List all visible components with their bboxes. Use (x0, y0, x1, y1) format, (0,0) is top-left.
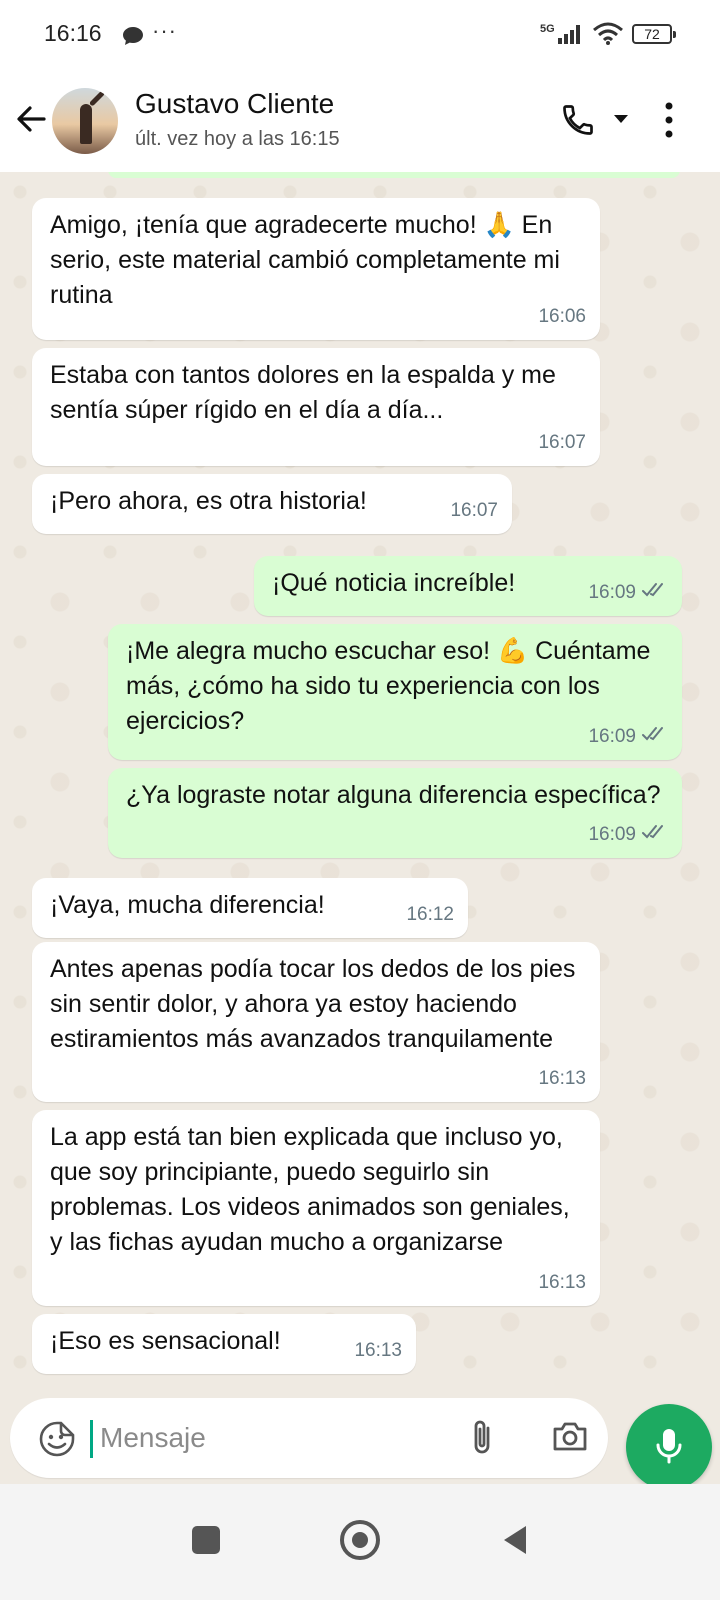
message-time: 16:09 (588, 726, 636, 747)
message-incoming[interactable]: Estaba con tantos dolores en la espalda … (32, 348, 600, 466)
message-text: ¡Pero ahora, es otra historia! (50, 487, 367, 515)
message-meta: 16:07 (538, 425, 586, 460)
message-text: Antes apenas podía tocar los dedos de lo… (50, 955, 576, 1053)
contact-avatar[interactable] (52, 88, 118, 154)
status-time: 16:16 (44, 20, 102, 46)
home-button[interactable] (340, 1520, 380, 1560)
message-text: Amigo, ¡tenía que agradecerte mucho! 🙏 E… (50, 211, 560, 309)
more-notifications-indicator: ··· (152, 18, 177, 43)
message-outgoing[interactable]: ¡Qué noticia increíble! 16:09 (254, 556, 682, 616)
battery-indicator: 72 (632, 24, 676, 44)
message-incoming[interactable]: La app está tan bien explicada que inclu… (32, 1110, 600, 1306)
network-type-label: 5G (540, 23, 555, 35)
chat-header: Gustavo Cliente últ. vez hoy a las 16:15 (0, 72, 720, 172)
message-text: Estaba con tantos dolores en la espalda … (50, 361, 556, 424)
message-text: ¡Vaya, mucha diferencia! (50, 891, 325, 919)
chat-messages-area[interactable]: Amigo, ¡tenía que agradecerte mucho! 🙏 E… (0, 172, 720, 1394)
message-meta: 16:13 (538, 1061, 586, 1096)
signal-icon: 5G (540, 22, 584, 51)
read-receipt-icon (642, 817, 668, 852)
message-incoming[interactable]: ¡Eso es sensacional! 16:13 (32, 1314, 416, 1374)
message-time: 16:07 (450, 500, 498, 521)
wifi-icon (592, 22, 624, 51)
message-meta: 16:09 (588, 817, 668, 852)
more-options-icon[interactable] (664, 100, 674, 145)
message-incoming[interactable]: ¡Vaya, mucha diferencia! 16:12 (32, 878, 468, 938)
read-receipt-icon (642, 575, 668, 610)
camera-icon[interactable] (550, 1418, 590, 1461)
avatar-figure-arm (88, 90, 106, 107)
call-options-dropdown-icon[interactable] (612, 112, 630, 130)
status-bar: 16:16 ··· 5G 72 (0, 0, 720, 72)
message-outgoing[interactable]: ¿Ya lograste notar alguna diferencia esp… (108, 768, 682, 858)
message-incoming[interactable]: ¡Pero ahora, es otra historia! 16:07 (32, 474, 512, 534)
phone-call-icon[interactable] (560, 102, 596, 143)
microphone-icon (656, 1429, 682, 1464)
attachment-paperclip-icon[interactable] (468, 1418, 498, 1463)
message-text: ¡Eso es sensacional! (50, 1327, 281, 1355)
message-time: 16:13 (354, 1340, 402, 1361)
system-back-button[interactable] (500, 1524, 530, 1561)
voice-message-button[interactable] (626, 1404, 712, 1490)
message-meta: 16:09 (588, 719, 668, 754)
read-receipt-icon (642, 719, 668, 754)
message-outgoing[interactable]: ¡Me alegra mucho escuchar eso! 💪 Cuéntam… (108, 624, 682, 760)
message-text: ¿Ya lograste notar alguna diferencia esp… (126, 781, 661, 809)
message-meta: 16:07 (450, 493, 498, 528)
message-time: 16:09 (588, 582, 636, 603)
message-incoming[interactable]: Amigo, ¡tenía que agradecerte mucho! 🙏 E… (32, 198, 600, 340)
message-input[interactable] (100, 1416, 430, 1460)
message-meta: 16:06 (538, 299, 586, 334)
previous-message-edge (108, 172, 680, 178)
system-navigation-bar (0, 1484, 720, 1600)
last-seen-status: últ. vez hoy a las 16:15 (135, 128, 340, 150)
message-meta: 16:13 (538, 1265, 586, 1300)
message-text: La app está tan bien explicada que inclu… (50, 1123, 570, 1256)
contact-name[interactable]: Gustavo Cliente (135, 88, 334, 120)
message-time: 16:06 (538, 306, 586, 327)
message-meta: 16:13 (354, 1333, 402, 1368)
recent-apps-button[interactable] (192, 1526, 220, 1554)
message-text: ¡Me alegra mucho escuchar eso! 💪 Cuéntam… (126, 637, 651, 735)
chat-notification-icon (122, 26, 144, 51)
message-input-container (10, 1398, 608, 1478)
message-meta: 16:09 (588, 575, 668, 610)
message-meta: 16:12 (406, 897, 454, 932)
message-time: 16:13 (538, 1068, 586, 1089)
message-incoming[interactable]: Antes apenas podía tocar los dedos de lo… (32, 942, 600, 1102)
message-time: 16:09 (588, 824, 636, 845)
text-cursor (90, 1420, 93, 1458)
message-composer (0, 1394, 720, 1490)
message-time: 16:07 (538, 432, 586, 453)
message-time: 16:12 (406, 904, 454, 925)
avatar-figure (80, 104, 92, 144)
back-arrow-icon[interactable] (14, 102, 48, 141)
sticker-emoji-icon[interactable] (38, 1420, 76, 1463)
message-time: 16:13 (538, 1272, 586, 1293)
